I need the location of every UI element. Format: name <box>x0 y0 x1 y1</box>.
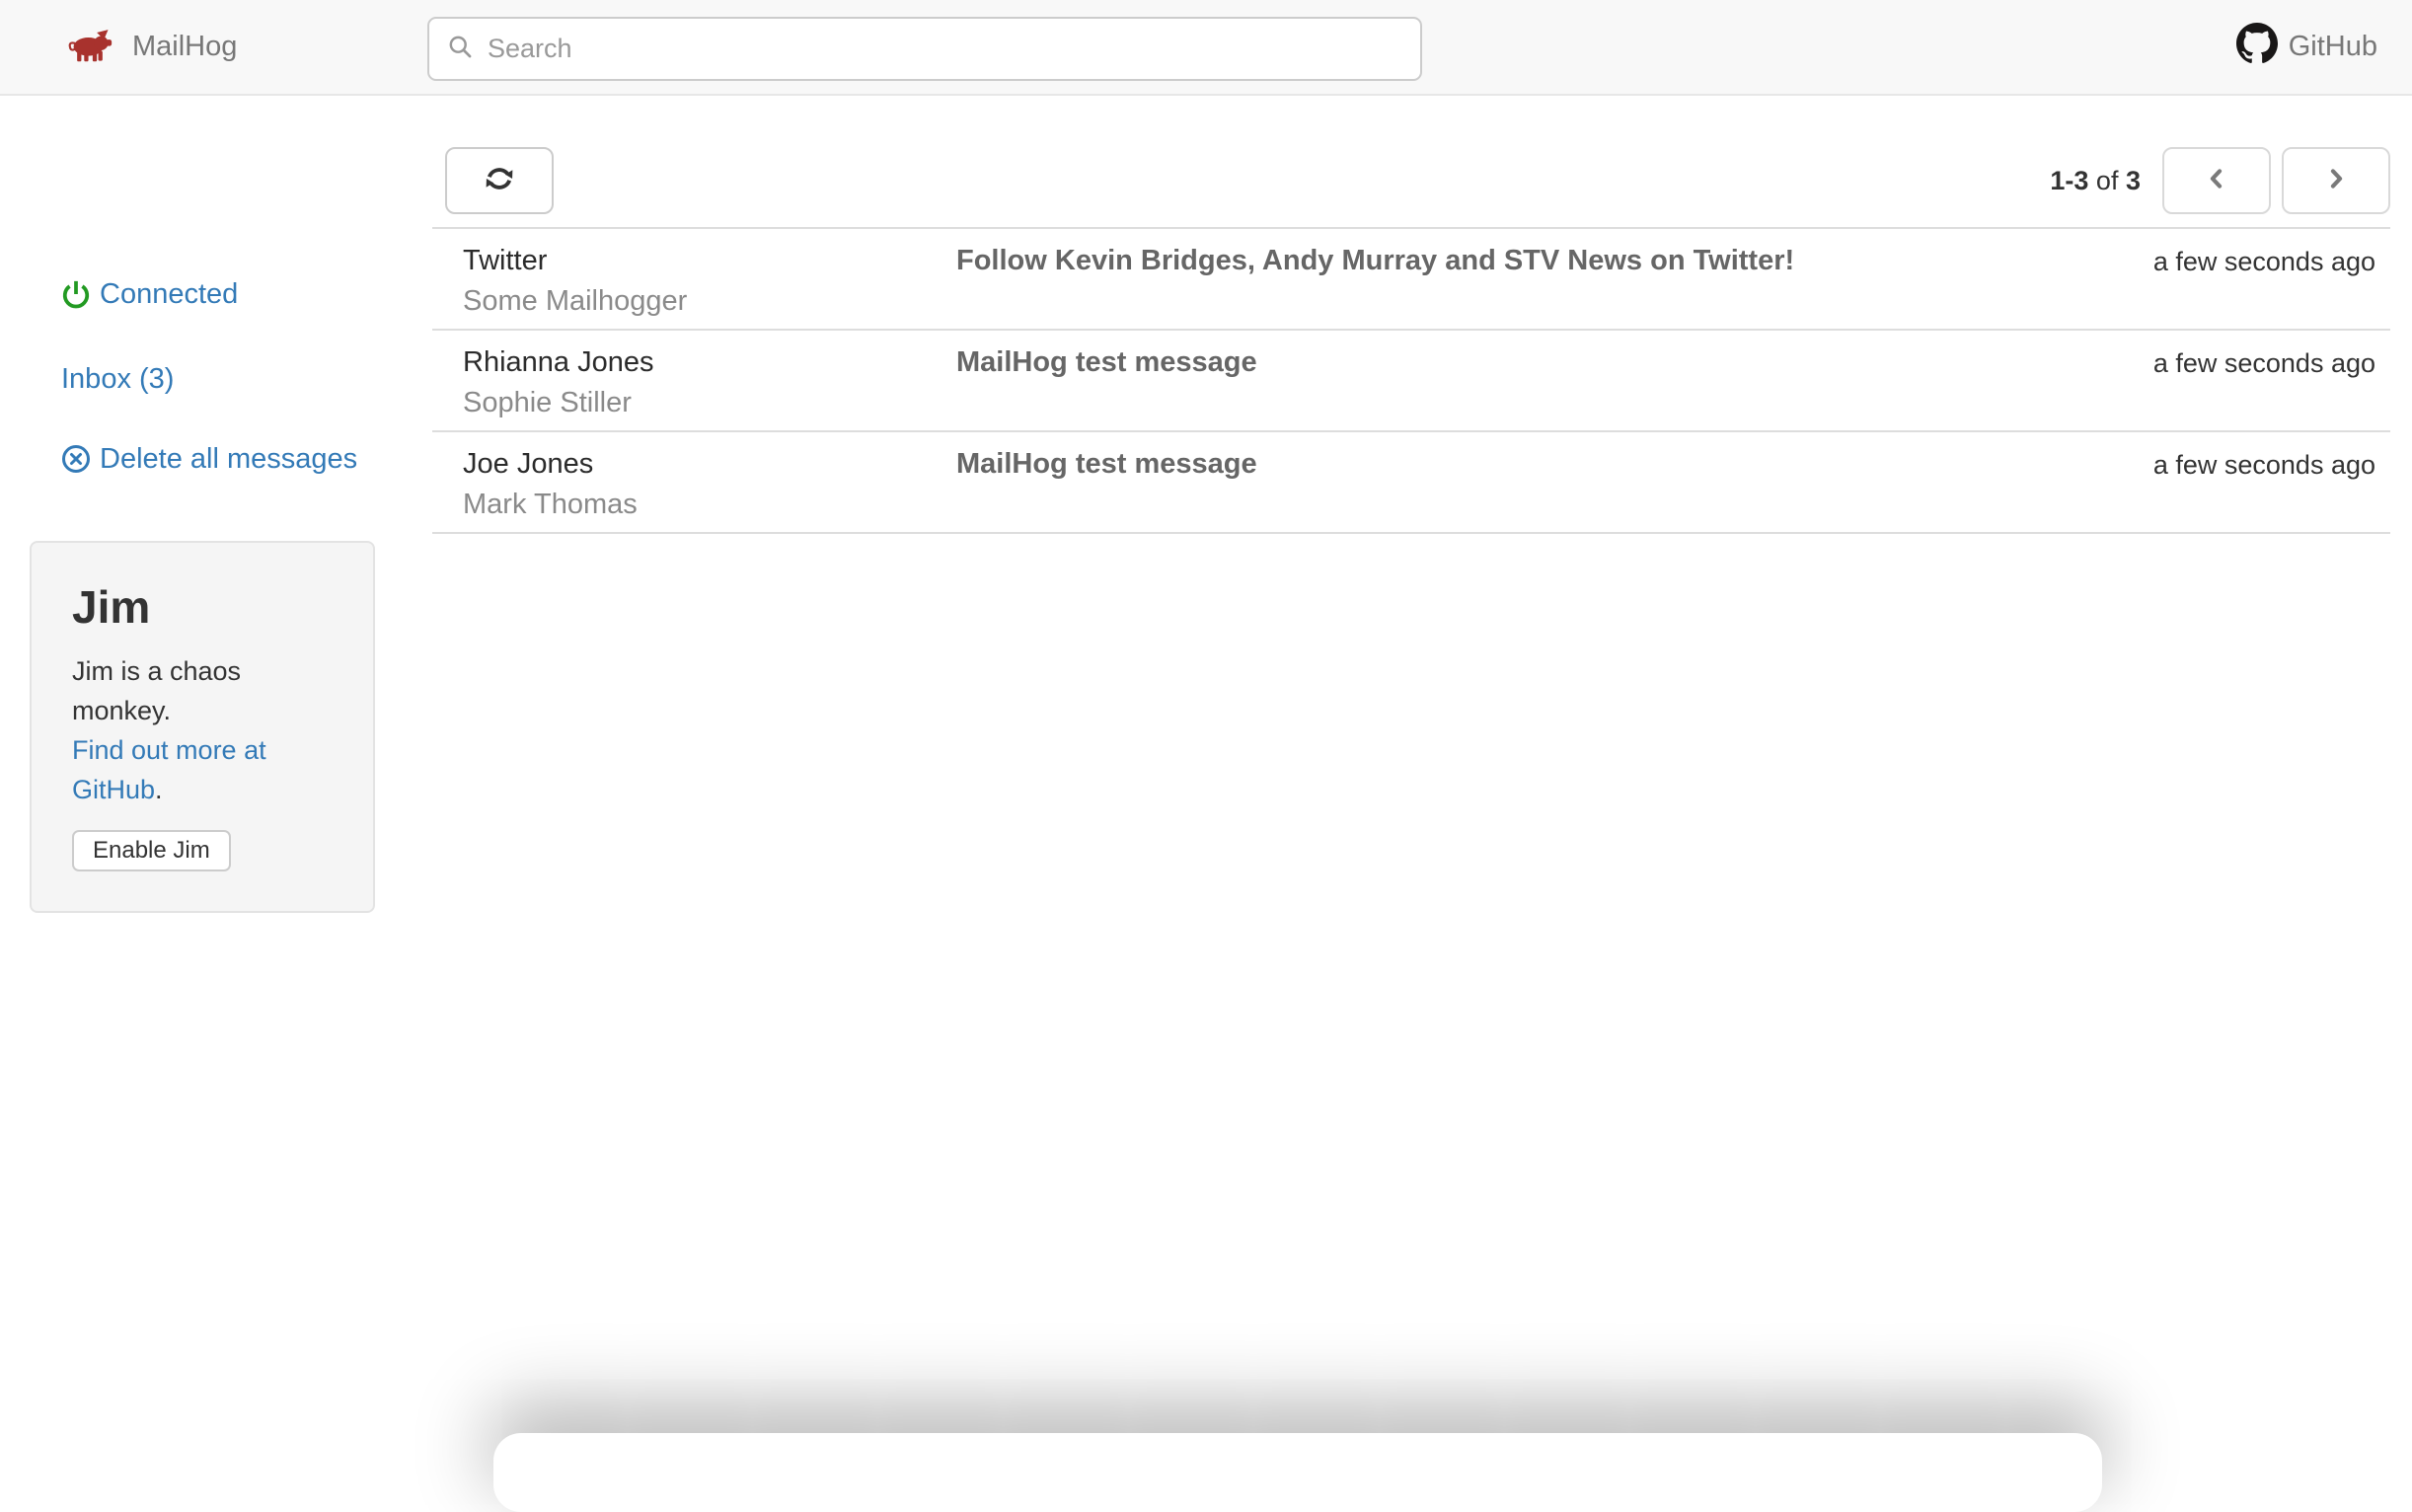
brand-title: MailHog <box>132 31 238 62</box>
next-page-button[interactable] <box>2282 147 2390 214</box>
sidebar-item-inbox[interactable]: Inbox (3) <box>61 356 174 402</box>
jim-link-suffix: . <box>155 775 163 804</box>
github-label: GitHub <box>2288 31 2377 62</box>
delete-all-messages-link[interactable]: Delete all messages <box>61 436 357 482</box>
search-form <box>427 17 1422 81</box>
sidebar: Connected Inbox (3) Delete all messages … <box>0 96 432 1425</box>
message-list: Twitter Some Mailhogger Follow Kevin Bri… <box>432 227 2390 534</box>
pagination-summary: 1-3 of 3 <box>2050 166 2141 196</box>
github-link[interactable]: GitHub <box>2235 0 2377 94</box>
brand-link[interactable]: MailHog <box>67 0 237 94</box>
prev-page-button[interactable] <box>2162 147 2271 214</box>
chevron-left-icon <box>2204 166 2229 196</box>
pagination-of: of <box>2095 165 2119 195</box>
message-from: Rhianna Jones <box>463 346 654 378</box>
delete-all-label: Delete all messages <box>100 442 358 475</box>
message-time: a few seconds ago <box>2152 450 2375 480</box>
message-subject: Follow Kevin Bridges, Andy Murray and ST… <box>956 245 1795 276</box>
jim-description-text: Jim is a chaos monkey. <box>72 656 242 725</box>
navbar: MailHog GitHub <box>0 0 2412 96</box>
github-icon <box>2235 22 2278 72</box>
connection-status[interactable]: Connected <box>61 271 238 317</box>
toolbar: 1-3 of 3 <box>432 96 2390 227</box>
chevron-right-icon <box>2323 166 2349 196</box>
pagination-range: 1-3 <box>2050 165 2089 195</box>
message-time: a few seconds ago <box>2152 247 2375 276</box>
inbox-label: Inbox (3) <box>61 362 175 395</box>
message-row[interactable]: Rhianna Jones Sophie Stiller MailHog tes… <box>432 331 2390 432</box>
message-subject: MailHog test message <box>956 448 1257 480</box>
main-content: 1-3 of 3 Twitter Some Mailhogger Follow … <box>432 96 2390 534</box>
search-icon <box>447 34 474 65</box>
message-recipient: Some Mailhogger <box>463 285 688 317</box>
circle-x-icon <box>61 444 91 474</box>
bottom-shadow <box>493 1433 2102 1512</box>
search-input[interactable] <box>488 34 1402 64</box>
jim-panel-title: Jim <box>72 581 151 633</box>
message-sender-block: Joe Jones Mark Thomas <box>463 447 956 521</box>
message-recipient: Mark Thomas <box>463 489 638 520</box>
jim-panel: Jim Jim is a chaos monkey. Find out more… <box>30 541 375 913</box>
jim-github-link[interactable]: Find out more at GitHub <box>72 735 266 804</box>
message-recipient: Sophie Stiller <box>463 387 632 418</box>
message-from: Joe Jones <box>463 448 594 480</box>
message-time: a few seconds ago <box>2152 348 2375 378</box>
pagination: 1-3 of 3 <box>2050 147 2390 214</box>
message-sender-block: Rhianna Jones Sophie Stiller <box>463 345 956 419</box>
message-subject: MailHog test message <box>956 346 1257 378</box>
refresh-icon <box>482 161 517 201</box>
jim-description: Jim is a chaos monkey. Find out more at … <box>72 651 334 809</box>
pagination-total: 3 <box>2125 165 2141 195</box>
message-sender-block: Twitter Some Mailhogger <box>463 244 956 318</box>
message-row[interactable]: Joe Jones Mark Thomas MailHog test messa… <box>432 432 2390 534</box>
pig-icon <box>67 28 113 67</box>
message-from: Twitter <box>463 245 548 276</box>
enable-jim-button[interactable]: Enable Jim <box>72 830 231 871</box>
refresh-button[interactable] <box>445 147 554 214</box>
connection-status-label: Connected <box>100 277 239 310</box>
power-icon <box>61 279 91 309</box>
message-row[interactable]: Twitter Some Mailhogger Follow Kevin Bri… <box>432 229 2390 331</box>
